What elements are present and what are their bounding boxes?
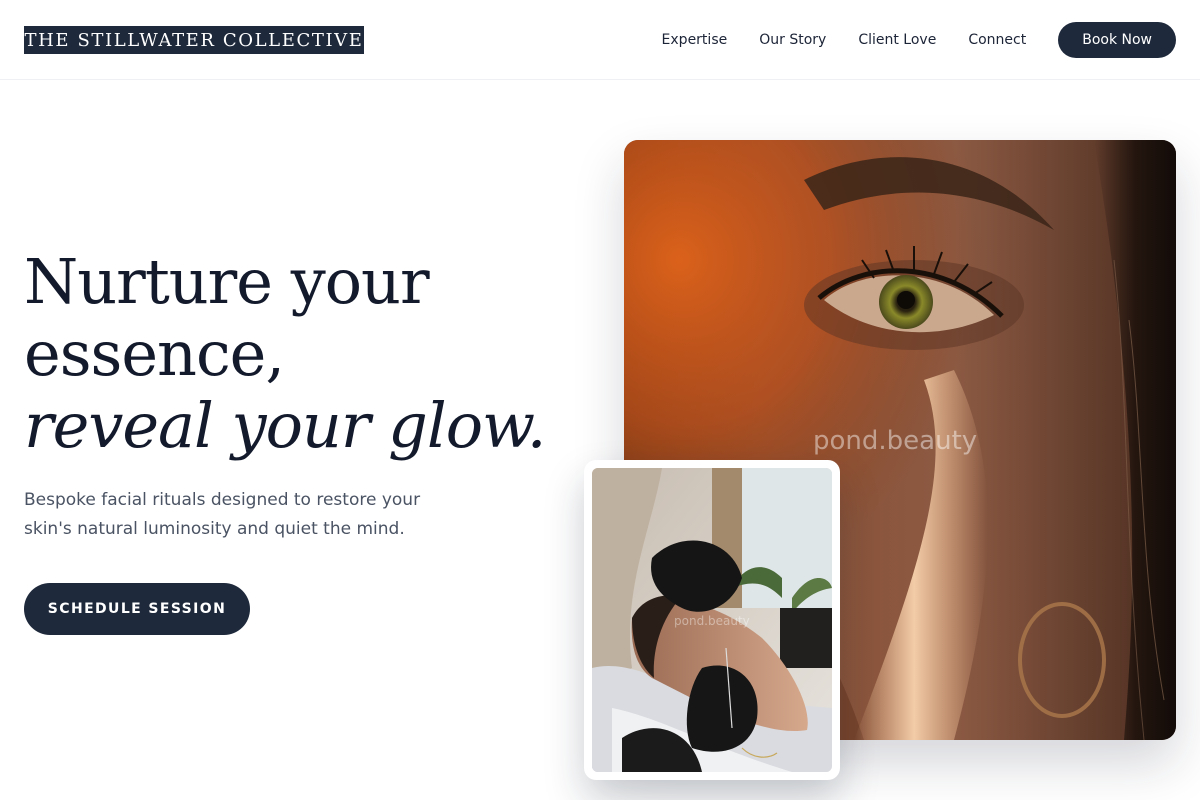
hero-title: Nurture your essence, reveal your glow.	[24, 246, 584, 462]
hero-title-line-1: Nurture your	[24, 245, 430, 318]
nav-link-expertise[interactable]: Expertise	[662, 32, 728, 48]
brand-logo[interactable]: THE STILLWATER COLLECTIVE	[24, 26, 364, 54]
site-header: THE STILLWATER COLLECTIVE Expertise Our …	[0, 0, 1200, 80]
nav-link-our-story[interactable]: Our Story	[759, 32, 826, 48]
schedule-session-button[interactable]: SCHEDULE SESSION	[24, 583, 250, 635]
nav-link-client-love[interactable]: Client Love	[858, 32, 936, 48]
hero-secondary-image-card: pond.beauty	[584, 460, 840, 780]
nav-link-connect[interactable]: Connect	[968, 32, 1026, 48]
main-image-watermark: pond.beauty	[813, 426, 978, 456]
book-now-button[interactable]: Book Now	[1058, 22, 1176, 58]
main-nav: Expertise Our Story Client Love Connect …	[662, 22, 1176, 58]
secondary-image-watermark: pond.beauty	[674, 614, 750, 628]
hero-title-line-2: essence,	[24, 317, 285, 390]
hero-secondary-image: pond.beauty	[592, 468, 832, 772]
hero-title-line-3: reveal your glow.	[24, 389, 546, 462]
hero-subtitle: Bespoke facial rituals designed to resto…	[24, 490, 421, 539]
